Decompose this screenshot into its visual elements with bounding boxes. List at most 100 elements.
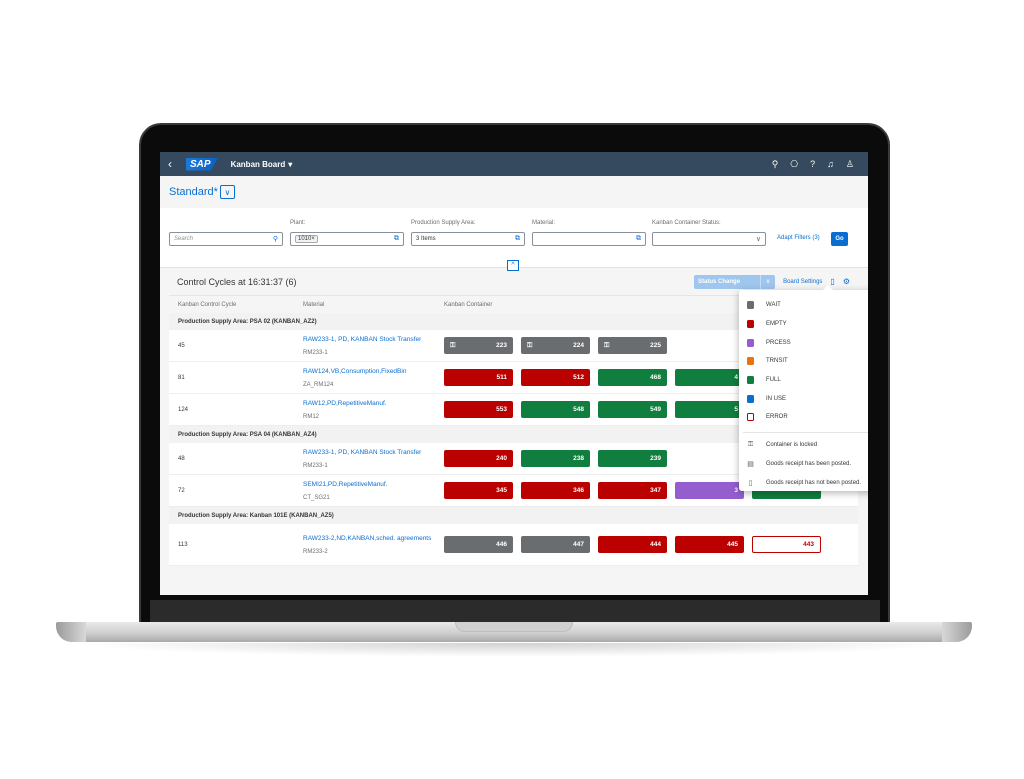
go-button[interactable]: Go	[831, 232, 848, 246]
container-number: 447	[573, 541, 584, 548]
kanban-container-tile[interactable]: ⚿ 223	[444, 337, 513, 354]
lock-icon: ⚿	[604, 341, 610, 349]
legend-item: ▤ Goods receipt has been posted.	[739, 455, 868, 474]
legend-item: ⚿ Container is locked	[739, 436, 868, 455]
kanban-container-tile[interactable]: 3	[675, 482, 744, 499]
caret-down-icon: ▾	[288, 159, 293, 169]
material-field[interactable]: ⧉	[532, 232, 646, 246]
legend-icon-list: ⚿ Container is locked ▤ Goods receipt has b…	[739, 436, 868, 492]
kanban-container-tile[interactable]: 345	[444, 482, 513, 499]
material-link[interactable]: RAW233-1, PD, KANBAN Stock Transfer	[303, 448, 444, 458]
container-number: 511	[496, 374, 508, 381]
kanban-container-tile[interactable]: 443	[752, 536, 821, 553]
plant-token[interactable]: 1010×	[295, 235, 318, 243]
container-number: 239	[650, 455, 661, 462]
status-swatch-icon	[747, 394, 754, 403]
container-number: 468	[650, 374, 661, 381]
status-change-button[interactable]: Status Change ∨	[694, 274, 776, 289]
kanban-container-tile[interactable]: 446	[444, 536, 513, 553]
kanban-container-tile[interactable]: 548	[521, 401, 590, 418]
value-help-icon[interactable]: ⧉	[636, 235, 641, 243]
container-number: 4	[734, 374, 738, 381]
material-link[interactable]: SEMI21,PD,RepetitiveManuf.	[303, 480, 444, 490]
material-link[interactable]: RAW124,VB,Consumption,FixedBin	[303, 367, 444, 377]
material-cell: RAW12,PD,RepetitiveManuf. RM12	[303, 399, 444, 420]
material-link[interactable]: RAW233-1, PD, KANBAN Stock Transfer	[303, 335, 444, 345]
material-link[interactable]: RAW233-2,ND,KANBAN,sched. agreements	[303, 534, 444, 544]
back-icon[interactable]: ‹	[168, 157, 186, 171]
token-remove-icon[interactable]: ×	[311, 236, 315, 242]
sap-logo[interactable]: SAP	[186, 157, 219, 171]
kanban-container-tile[interactable]: 468	[598, 369, 667, 386]
status-select[interactable]: ∨	[652, 232, 766, 246]
container-number: 443	[803, 541, 814, 548]
legend-item: FULL	[739, 371, 868, 390]
container-number: 240	[496, 455, 507, 462]
kanban-container-tile[interactable]: 511	[444, 369, 513, 386]
kanban-container-tile[interactable]: 239	[598, 450, 667, 467]
kanban-container-tile[interactable]: ⚿ 225	[598, 337, 667, 354]
container-number: 223	[496, 342, 507, 349]
kanban-container-tile[interactable]: 4	[675, 369, 744, 386]
kanban-container-tile[interactable]: ⚿ 224	[521, 337, 590, 354]
app-title-menu[interactable]: Kanban Board ▾	[231, 160, 293, 169]
plant-field[interactable]: 1010× ⧉	[290, 232, 404, 246]
material-cell: RAW233-2,ND,KANBAN,sched. agreements RM23…	[303, 534, 444, 555]
container-number: 346	[573, 487, 584, 494]
adapt-filters-button[interactable]: Adapt Filters (3)	[777, 235, 820, 241]
container-list: 553 548 549 5	[444, 401, 744, 418]
status-swatch-icon	[747, 301, 754, 310]
container-number: 3	[734, 487, 738, 494]
kanban-container-tile[interactable]: 346	[521, 482, 590, 499]
kanban-container-tile[interactable]: 553	[444, 401, 513, 418]
value-help-icon[interactable]: ⧉	[394, 235, 399, 243]
kanban-container-tile[interactable]: 549	[598, 401, 667, 418]
plant-token-text: 1010	[298, 236, 312, 242]
kanban-container-tile[interactable]: 444	[598, 536, 667, 553]
legend-label: ERROR	[766, 414, 788, 421]
settings-icon[interactable]: ⚙	[843, 277, 850, 286]
copilot-icon[interactable]: ⎔	[790, 159, 798, 170]
user-icon[interactable]: ♙	[846, 159, 854, 170]
value-help-icon[interactable]: ⧉	[515, 235, 520, 243]
container-number: 238	[573, 455, 584, 462]
status-change-chevron-icon[interactable]: ∨	[761, 275, 775, 289]
material-link[interactable]: RAW12,PD,RepetitiveManuf.	[303, 399, 444, 409]
legend-label: Goods receipt has been posted.	[766, 460, 852, 467]
kanban-container-tile[interactable]: 447	[521, 536, 590, 553]
board-settings-button[interactable]: Board Settings	[783, 279, 822, 285]
notifications-icon[interactable]: ♫	[827, 159, 834, 170]
status-swatch-icon	[747, 320, 754, 329]
search-input[interactable]: Search ⚲	[169, 232, 283, 246]
collapse-header-icon[interactable]: ^	[507, 260, 519, 271]
legend-item: EMPTY	[739, 315, 868, 334]
kanban-container-tile[interactable]: 5	[675, 401, 744, 418]
container-number: 446	[496, 541, 507, 548]
help-icon[interactable]: ?	[810, 159, 815, 170]
container-list: ⚿ 223 ⚿ 224 ⚿ 225	[444, 337, 667, 354]
status-change-label: Status Change	[694, 274, 762, 289]
kanban-container-tile[interactable]: 240	[444, 450, 513, 467]
container-number: 549	[650, 406, 661, 413]
variant-title[interactable]: Standard*	[169, 186, 218, 198]
material-cell: SEMI21,PD,RepetitiveManuf. CT_SG21	[303, 480, 444, 501]
table-row[interactable]: 113 RAW233-2,ND,KANBAN,sched. agreements R…	[169, 524, 858, 566]
kanban-container-tile[interactable]: 512	[521, 369, 590, 386]
material-id: RM12	[303, 413, 320, 420]
legend-label: Container is locked	[766, 442, 818, 449]
material-label: Material:	[532, 220, 556, 226]
chevron-down-icon[interactable]: ∨	[756, 235, 761, 243]
lock-icon: ⚿	[527, 341, 533, 349]
psa-value: 3 Items	[416, 236, 436, 242]
control-cycle-id: 124	[178, 406, 189, 413]
material-id: RM233-2	[303, 548, 328, 555]
psa-field[interactable]: 3 Items ⧉	[411, 232, 525, 246]
search-icon[interactable]: ⚲	[273, 235, 278, 243]
legend-popover: WAIT EMPTY PRCESS TRNSIT FULL IN USE ERROR ⚿ Co…	[739, 285, 868, 492]
variant-chevron-down-icon[interactable]: ∨	[219, 185, 235, 199]
kanban-container-tile[interactable]: 238	[521, 450, 590, 467]
kanban-container-tile[interactable]: 445	[675, 536, 744, 553]
kanban-container-tile[interactable]: 347	[598, 482, 667, 499]
search-icon[interactable]: ⚲	[772, 159, 779, 170]
material-cell: RAW233-1, PD, KANBAN Stock Transfer RM233…	[303, 335, 444, 356]
